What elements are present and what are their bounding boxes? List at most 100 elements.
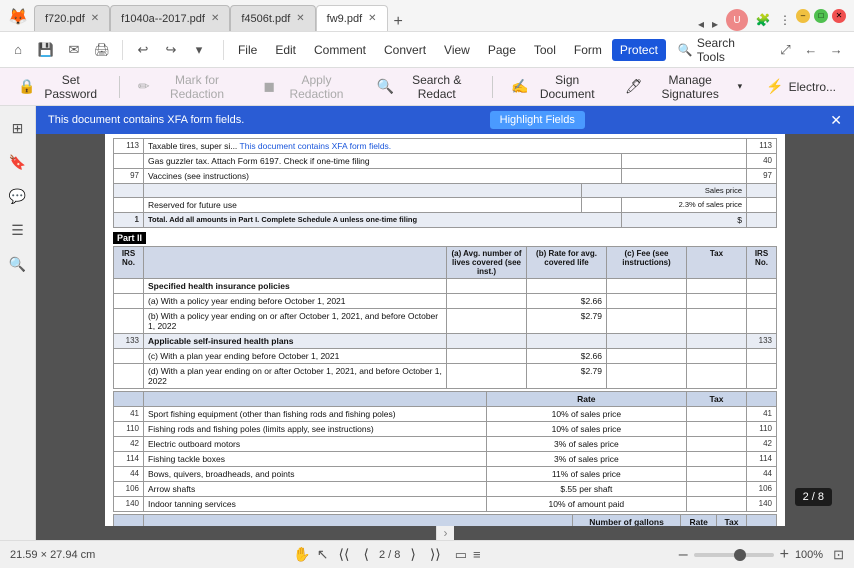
tab-close-icon[interactable]: ✕ [91,13,99,24]
menu-form[interactable]: Form [566,39,610,61]
next-page-button[interactable]: ⟩ [406,544,419,565]
row-c [607,364,687,389]
set-password-button[interactable]: 🔒 Set Password [8,69,111,105]
menu-protect[interactable]: Protect [612,39,666,61]
row-a [447,334,527,349]
tab-overflow-right[interactable]: ▸ [708,17,722,31]
popout-icon[interactable]: ⤢ [774,38,797,62]
row-no [747,279,777,294]
row-no [747,294,777,309]
mark-redaction-button[interactable]: ✏ Mark for Redaction [128,69,250,105]
menu-page[interactable]: Page [480,39,524,61]
tab-close-icon[interactable]: ✕ [211,13,219,24]
row-num [114,154,144,169]
extension-icon[interactable]: 🧩 [752,9,774,31]
new-tab-button[interactable]: + [388,13,409,31]
zoom-out-button[interactable]: – [679,546,688,564]
row-c [607,309,687,334]
hand-tool-icon[interactable]: ✋ [293,546,310,563]
row-no: 42 [747,437,777,452]
row-b: $2.66 [527,349,607,364]
highlight-fields-button[interactable]: Highlight Fields [490,111,585,129]
user-avatar[interactable]: U [726,9,748,31]
right-panel-toggle[interactable]: › [436,526,454,540]
menu-view[interactable]: View [436,39,478,61]
col-a: (a) Avg. number of lives covered (see in… [447,247,527,279]
home-icon[interactable]: ⌂ [6,38,30,62]
col-c: (c) Fee (see instructions) [607,247,687,279]
total-dollar: $ [622,213,747,228]
save-icon[interactable]: 💾 [34,38,58,62]
row-num [114,349,144,364]
manage-signatures-button[interactable]: 🖊 Manage Signatures ▾ [615,69,752,105]
menu-edit[interactable]: Edit [267,39,304,61]
row-b [527,279,607,294]
zoom-in-button[interactable]: + [780,546,789,564]
sidebar-search-icon[interactable]: 🔍 [4,250,32,278]
tab-close-icon[interactable]: ✕ [368,13,376,24]
row-no [747,364,777,389]
sidebar-annotation-icon[interactable]: 💬 [4,182,32,210]
fit-page-icon[interactable]: ⊡ [833,547,844,563]
app-icon: 🦊 [8,7,28,27]
search-tools-button[interactable]: 🔍 Search Tools [670,32,772,68]
tab-f720[interactable]: f720.pdf ✕ [34,5,110,31]
menu-tool[interactable]: Tool [526,39,564,61]
more-icon[interactable]: ⋮ [774,9,796,31]
back-icon[interactable]: ← [799,38,822,62]
search-tools-label: Search Tools [697,36,764,64]
row-a [447,364,527,389]
tab-f1040a[interactable]: f1040a--2017.pdf ✕ [110,5,230,31]
last-page-button[interactable]: ⟩⟩ [426,544,445,565]
row-no [747,349,777,364]
search-redact-label: Search & Redact [399,73,474,101]
minimize-button[interactable]: – [796,9,810,23]
row-desc: (d) With a plan year ending on or after … [144,364,447,389]
apply-redaction-button[interactable]: ◼ Apply Redaction [253,69,362,105]
row-tax [687,334,747,349]
menu-home[interactable]: File [230,39,265,61]
menu-comment[interactable]: Comment [306,39,374,61]
tab-overflow-left[interactable]: ◂ [694,17,708,31]
dropdown-icon[interactable]: ▾ [187,38,211,62]
notification-close-button[interactable]: ✕ [830,112,842,129]
electro-button[interactable]: ⚡ Electro... [756,74,846,99]
col-no: IRS No. [747,247,777,279]
menu-convert[interactable]: Convert [376,39,434,61]
row-desc: (b) With a policy year ending on or afte… [144,309,447,334]
single-page-icon[interactable]: ▭ [455,547,467,563]
tab-f4506t[interactable]: f4506t.pdf ✕ [230,5,315,31]
zoom-thumb[interactable] [734,549,746,561]
continuous-page-icon[interactable]: ≡ [473,547,481,562]
row-no [747,309,777,334]
pdf-page[interactable]: 113 Taxable tires, super si... This docu… [105,134,785,526]
undo-icon[interactable]: ↩ [131,38,155,62]
tab-fw9[interactable]: fw9.pdf ✕ [316,5,388,31]
col-tax-header2: Tax [717,515,747,527]
zoom-slider[interactable] [694,553,774,557]
row-b: $2.79 [527,364,607,389]
close-button[interactable]: ✕ [832,9,846,23]
email-icon[interactable]: ✉ [62,38,86,62]
search-icon: 🔍 [678,43,693,57]
sidebar-thumbnail-icon[interactable]: ⊞ [4,114,32,142]
row-num: 114 [114,452,144,467]
tab-close-icon[interactable]: ✕ [296,13,304,24]
manage-signatures-label: Manage Signatures [648,73,733,101]
print-icon[interactable]: 🖨 [90,38,114,62]
row-desc: Applicable self-insured health plans [144,334,447,349]
sign-document-button[interactable]: ✍ Sign Document [501,69,611,105]
cursor-tool-icon[interactable]: ↖ [317,546,329,563]
sidebar-bookmark-icon[interactable]: 🔖 [4,148,32,176]
col-desc [144,515,573,527]
redo-icon[interactable]: ↪ [159,38,183,62]
sidebar-fields-icon[interactable]: ☰ [4,216,32,244]
search-redact-button[interactable]: 🔍 Search & Redact [367,69,484,105]
forward-icon[interactable]: → [825,38,848,62]
prev-page-button[interactable]: ⟨ [359,544,372,565]
row-c [607,294,687,309]
row-tax [687,407,747,422]
maximize-button[interactable]: □ [814,9,828,23]
first-page-button[interactable]: ⟨⟨ [335,544,354,565]
row-rate: 10% of sales price [486,407,686,422]
